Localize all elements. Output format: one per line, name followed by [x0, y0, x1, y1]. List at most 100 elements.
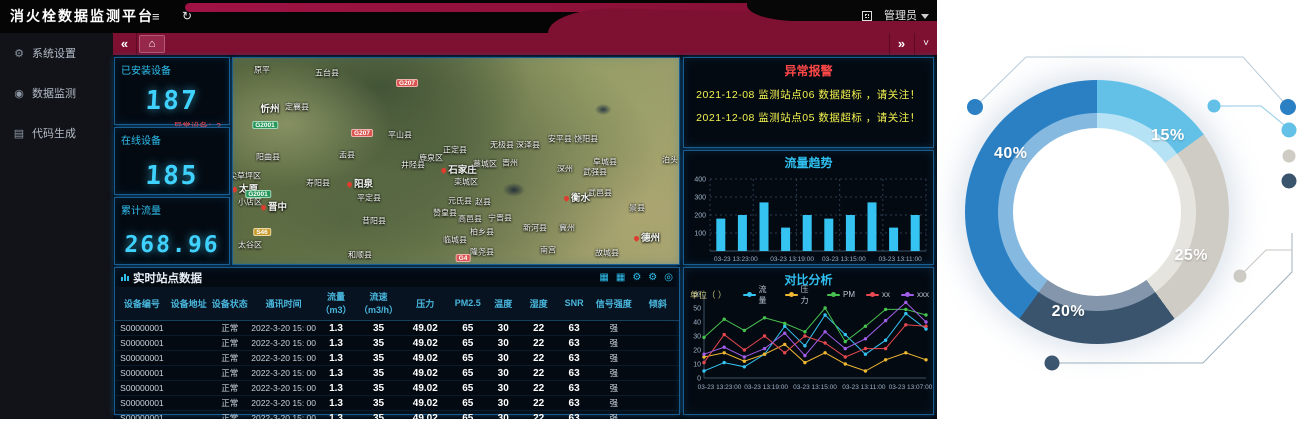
- table-row[interactable]: S00000001正常2022-3-20 15: 001.33549.02653…: [115, 366, 679, 381]
- map-place-label: 盂县: [339, 150, 355, 161]
- deco-dot: [1280, 99, 1296, 115]
- table-cell: 1.3: [316, 396, 356, 411]
- columns-grid-icon[interactable]: ▦: [616, 273, 625, 283]
- table-cell: 63: [557, 321, 591, 336]
- stat-value: 187: [114, 86, 230, 116]
- table-cell: 49.02: [401, 336, 449, 351]
- refresh-icon[interactable]: ↻: [182, 0, 192, 33]
- table-cell: [169, 411, 209, 420]
- table-cell: 强: [591, 366, 636, 381]
- table-row[interactable]: S00000001正常2022-3-20 15: 001.33549.02653…: [115, 351, 679, 366]
- map-place-label: 元氏县: [448, 196, 472, 207]
- refresh-gear-icon[interactable]: ⚙: [648, 273, 657, 283]
- table-cell: 22: [520, 396, 557, 411]
- record-circle-icon[interactable]: ◎: [664, 273, 673, 283]
- flow-trend-panel: 流量趋势 10020030040003-23 13:23:0003-23 13:…: [683, 150, 934, 265]
- map-place-label: 阜城县: [593, 157, 617, 168]
- sidebar-item-data-monitoring[interactable]: ◉ 数据监测: [0, 73, 113, 113]
- sidebar-item-system-settings[interactable]: ⚙ 系统设置: [0, 33, 113, 73]
- table-toolbar: ▦ ▦ ⚙ ⚙ ◎: [599, 273, 673, 283]
- table-cell: 63: [557, 366, 591, 381]
- table-cell: 63: [557, 411, 591, 420]
- map-place-label: 五台县: [315, 68, 339, 79]
- fullscreen-icon[interactable]: [862, 11, 872, 21]
- alarm-list: 2021-12-08 监测站点06 数据超标 ，请关注！2021-12-08 监…: [684, 87, 933, 125]
- table-cell: 49.02: [401, 321, 449, 336]
- table-cell: 2022-3-20 15: 00: [251, 321, 316, 336]
- table-cell: [169, 381, 209, 396]
- sidebar-item-code-generation[interactable]: ▤ 代码生成: [0, 113, 113, 153]
- sidebar-item-label: 系统设置: [32, 45, 76, 61]
- dashboard: 已安装设备 187 异常设备：2 在线设备 185 累计流量 268.96 原平…: [113, 55, 937, 419]
- app-title: 消火栓数据监测平台: [10, 0, 154, 33]
- map-place-label: 武邑县: [588, 188, 612, 199]
- table-row[interactable]: S00000001正常2022-3-20 15: 001.33549.02653…: [115, 381, 679, 396]
- table-cell: 49.02: [401, 411, 449, 420]
- table-cell: S00000001: [115, 321, 169, 336]
- map-place-label: 故城县: [595, 248, 619, 259]
- deco-dot: [1234, 270, 1247, 283]
- svg-text:400: 400: [694, 177, 706, 184]
- map-place-label: 晋州: [502, 158, 518, 169]
- map-place-label: 忻州: [260, 101, 279, 115]
- tabs-more-button[interactable]: ˅: [914, 33, 937, 55]
- table-cell: S00000001: [115, 396, 169, 411]
- user-menu[interactable]: 管理员: [884, 0, 929, 33]
- legend-item[interactable]: xx: [866, 284, 890, 306]
- table-cell: 30: [486, 396, 520, 411]
- svg-text:200: 200: [694, 213, 706, 220]
- table-cell: 35: [356, 366, 401, 381]
- map-place-label: 柏乡县: [470, 227, 494, 238]
- deco-dot: [1045, 356, 1060, 371]
- map-place-label: 临城县: [443, 235, 467, 246]
- table-cell: 63: [557, 336, 591, 351]
- legend-item[interactable]: 压力: [785, 284, 816, 306]
- svg-text:300: 300: [694, 195, 706, 202]
- compare-legend: 单位（ ） 流量压力PMxxxxx: [690, 288, 929, 301]
- unit-label: 单位（ ）: [690, 289, 726, 301]
- layout-grid-icon[interactable]: ▦: [599, 273, 608, 283]
- table-cell: 30: [486, 381, 520, 396]
- map-place-label: 太谷区: [238, 240, 262, 251]
- table-cell: [636, 336, 679, 351]
- stat-value: 185: [114, 161, 230, 191]
- table-header-cell: 倾斜: [636, 287, 679, 321]
- legend-item[interactable]: xxx: [901, 284, 929, 306]
- table-cell: 2022-3-20 15: 00: [251, 351, 316, 366]
- map-place-label: 隆尧县: [470, 247, 494, 258]
- alarm-panel: 异常报警 2021-12-08 监测站点06 数据超标 ，请关注！2021-12…: [683, 57, 934, 148]
- table-cell: [169, 396, 209, 411]
- table-row[interactable]: S00000001正常2022-3-20 15: 001.33549.02653…: [115, 336, 679, 351]
- sidebar-item-label: 代码生成: [32, 125, 76, 141]
- legend-item[interactable]: 流量: [743, 284, 774, 306]
- donut-chart: 15%25%20%40%: [965, 80, 1229, 344]
- legend-item[interactable]: PM: [827, 284, 855, 306]
- settings-gear-icon[interactable]: ⚙: [632, 273, 641, 283]
- svg-text:03-23 13:19:00: 03-23 13:19:00: [770, 256, 814, 263]
- table-cell: S00000001: [115, 336, 169, 351]
- table-cell: 30: [486, 321, 520, 336]
- svg-text:50: 50: [693, 306, 701, 313]
- tabs-scroll-left-button[interactable]: «: [113, 33, 137, 55]
- donut-percent-label: 15%: [1151, 127, 1185, 145]
- hamburger-menu-icon[interactable]: ≡: [152, 0, 160, 33]
- table-cell: 强: [591, 411, 636, 420]
- home-tab[interactable]: ⌂: [139, 35, 165, 53]
- table-row[interactable]: S00000001正常2022-3-20 15: 001.33549.02653…: [115, 321, 679, 336]
- table-cell: 正常: [209, 411, 252, 420]
- table-header-cell: 温度: [486, 287, 520, 321]
- svg-text:03-23 13:15:00: 03-23 13:15:00: [793, 384, 837, 391]
- table-cell: 35: [356, 381, 401, 396]
- table-cell: 65: [449, 411, 486, 420]
- table-cell: 30: [486, 336, 520, 351]
- svg-text:03-23 13:11:00: 03-23 13:11:00: [842, 384, 886, 391]
- svg-text:40: 40: [693, 320, 701, 327]
- table-row[interactable]: S00000001正常2022-3-20 15: 001.33549.02653…: [115, 411, 679, 420]
- deco-dot: [1282, 174, 1297, 189]
- satellite-map[interactable]: 原平五台县忻州定襄县盂县阳曲县尖草坪区太原小店区晋中太谷区寿阳县阳泉平定县昔阳县…: [232, 57, 680, 265]
- tabs-scroll-right-button[interactable]: »: [889, 33, 913, 55]
- table-row[interactable]: S00000001正常2022-3-20 15: 001.33549.02653…: [115, 396, 679, 411]
- donut-percent-label: 20%: [1052, 303, 1086, 321]
- table-cell: 2022-3-20 15: 00: [251, 396, 316, 411]
- table-header-cell: 设备编号: [115, 287, 169, 321]
